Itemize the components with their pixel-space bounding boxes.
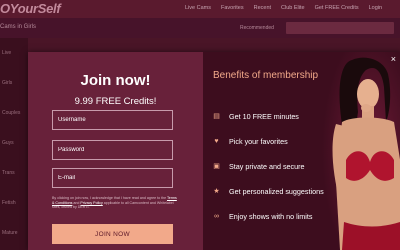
benefit-text: Pick your favorites xyxy=(229,137,288,146)
nav-favorites[interactable]: Favorites xyxy=(221,5,244,11)
free-credits-text: 9.99 FREE Credits! xyxy=(74,96,157,107)
benefit-item: ★ Get personalized suggestions xyxy=(213,187,324,196)
join-now-button[interactable]: JOIN NOW xyxy=(52,224,173,244)
legal-text: By clicking on join now, I acknowledge t… xyxy=(52,196,177,210)
benefit-item: ♥ Pick your favorites xyxy=(213,137,288,146)
sidebar-item[interactable]: Couples xyxy=(2,110,20,116)
sidebar: Live Girls Couples Guys Trans Fetish Mat… xyxy=(0,38,28,250)
star-icon: ★ xyxy=(213,188,220,195)
site-header: OYourSelf Live Cams Favorites Recent Clu… xyxy=(0,0,400,18)
site-logo[interactable]: OYourSelf xyxy=(0,1,61,16)
sidebar-item[interactable]: Trans xyxy=(2,170,15,176)
benefit-item: ▣ Stay private and secure xyxy=(213,162,305,171)
nav-free-credits[interactable]: Get FREE Credits xyxy=(315,5,359,11)
nav-login[interactable]: Login xyxy=(369,5,382,11)
benefit-text: Get 10 FREE minutes xyxy=(229,112,299,121)
sub-header: Cams in Girls Recommended xyxy=(0,18,400,38)
sidebar-item[interactable]: Live xyxy=(2,50,11,56)
sidebar-item[interactable]: Girls xyxy=(2,80,12,86)
heart-icon: ♥ xyxy=(214,138,219,145)
legal-and: and xyxy=(73,200,80,205)
join-title: Join now! xyxy=(80,72,151,89)
search-box[interactable] xyxy=(286,22,394,34)
sidebar-item[interactable]: Mature xyxy=(2,230,18,236)
signup-modal: Join now! 9.99 FREE Credits! By clicking… xyxy=(28,52,400,250)
privacy-link[interactable]: Privacy Policy xyxy=(80,201,102,205)
nav-live-cams[interactable]: Live Cams xyxy=(185,5,211,11)
benefit-text: Get personalized suggestions xyxy=(229,187,324,196)
page-subtitle: Cams in Girls xyxy=(0,24,37,30)
benefit-text: Enjoy shows with no limits xyxy=(229,212,313,221)
benefits-panel: Benefits of membership × ▤ Get 10 FREE m… xyxy=(203,52,400,250)
main-nav: Live Cams Favorites Recent Club Elite Ge… xyxy=(185,5,382,11)
lock-icon: ▣ xyxy=(213,163,220,170)
sidebar-item[interactable]: Fetish xyxy=(2,200,16,206)
benefit-item: ∞ Enjoy shows with no limits xyxy=(213,212,313,221)
close-icon[interactable]: × xyxy=(391,54,396,64)
nav-club-elite[interactable]: Club Elite xyxy=(281,5,305,11)
benefit-item: ▤ Get 10 FREE minutes xyxy=(213,112,299,121)
nav-recent[interactable]: Recent xyxy=(254,5,271,11)
benefits-title: Benefits of membership xyxy=(213,70,319,81)
benefit-text: Stay private and secure xyxy=(229,162,305,171)
email-field[interactable] xyxy=(52,168,173,188)
username-field[interactable] xyxy=(52,110,173,130)
sort-label[interactable]: Recommended xyxy=(240,25,274,31)
infinity-icon: ∞ xyxy=(214,213,219,220)
signup-form-panel: Join now! 9.99 FREE Credits! By clicking… xyxy=(28,52,203,250)
model-image xyxy=(322,52,400,250)
password-field[interactable] xyxy=(52,140,173,160)
legal-prefix: By clicking on join now, I acknowledge t… xyxy=(52,196,167,200)
film-icon: ▤ xyxy=(213,113,220,120)
sidebar-item[interactable]: Guys xyxy=(2,140,14,146)
